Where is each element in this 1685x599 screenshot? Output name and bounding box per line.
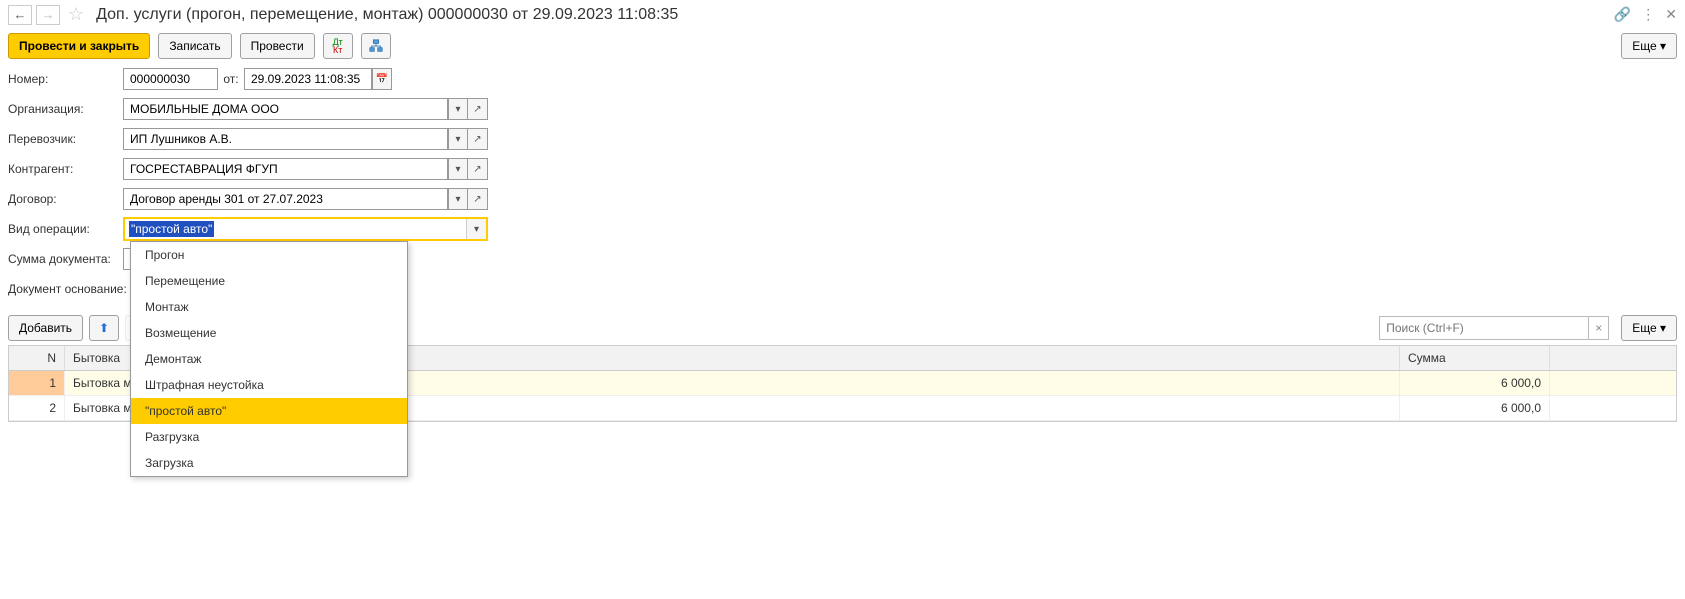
chevron-down-icon: ▾ (455, 134, 460, 145)
table-more-button[interactable]: Еще ▾ (1621, 315, 1677, 341)
chevron-down-icon: ▾ (474, 224, 479, 235)
main-toolbar: Провести и закрыть Записать Провести ДтК… (0, 29, 1685, 63)
column-header-n[interactable]: N (9, 346, 65, 370)
operation-type-value: "простой авто" (129, 221, 214, 237)
toolbar-more-button[interactable]: Еще ▾ (1621, 33, 1677, 59)
carrier-label: Перевозчик: (8, 132, 123, 146)
number-input[interactable] (123, 68, 218, 90)
close-icon: × (1595, 321, 1602, 335)
cell-n: 2 (9, 396, 65, 420)
open-icon: ↗ (473, 134, 481, 145)
write-button[interactable]: Записать (158, 33, 231, 59)
contragent-label: Контрагент: (8, 162, 123, 176)
nav-back-button[interactable]: ← (8, 5, 32, 25)
dropdown-item[interactable]: Монтаж (131, 294, 407, 320)
cell-n: 1 (9, 371, 65, 395)
dropdown-item[interactable]: Штрафная неустойка (131, 372, 407, 398)
carrier-input[interactable] (123, 128, 448, 150)
post-button[interactable]: Провести (240, 33, 315, 59)
table-search-input[interactable] (1379, 316, 1589, 340)
dt-kt-button[interactable]: ДтКт (323, 33, 353, 59)
cell-sum: 6 000,0 (1400, 396, 1550, 420)
contract-dropdown-button[interactable]: ▾ (448, 188, 468, 210)
dropdown-item[interactable]: Возмещение (131, 320, 407, 346)
carrier-dropdown-button[interactable]: ▾ (448, 128, 468, 150)
operation-type-label: Вид операции: (8, 222, 123, 236)
arrow-up-icon: ⬆ (99, 321, 109, 335)
doc-base-label: Документ основание: (8, 282, 133, 296)
nav-forward-button: → (36, 5, 60, 25)
column-header-sum[interactable]: Сумма (1400, 346, 1550, 370)
dropdown-item[interactable]: Прогон (131, 242, 407, 268)
contract-input[interactable] (123, 188, 448, 210)
structure-button[interactable] (361, 33, 391, 59)
dropdown-item[interactable]: Разгрузка (131, 424, 407, 450)
cell-sum: 6 000,0 (1400, 371, 1550, 395)
more-menu-icon[interactable]: ⋮ (1641, 6, 1655, 23)
post-and-close-button[interactable]: Провести и закрыть (8, 33, 150, 59)
organization-label: Организация: (8, 102, 123, 116)
window-title: Доп. услуги (прогон, перемещение, монтаж… (96, 6, 678, 24)
link-icon[interactable]: 🔗 (1614, 6, 1631, 23)
dropdown-item[interactable]: "простой авто" (131, 398, 407, 424)
from-label: от: (218, 72, 244, 86)
calendar-button[interactable]: 📅 (372, 68, 392, 90)
operation-type-dropdown: ПрогонПеремещениеМонтажВозмещениеДемонта… (130, 241, 408, 477)
number-label: Номер: (8, 72, 123, 86)
close-window-icon[interactable]: ✕ (1665, 6, 1677, 23)
chevron-down-icon: ▾ (455, 194, 460, 205)
calendar-icon: 📅 (376, 74, 388, 85)
date-input[interactable] (244, 68, 372, 90)
organization-open-button[interactable]: ↗ (468, 98, 488, 120)
doc-sum-label: Сумма документа: (8, 252, 123, 266)
search-clear-button[interactable]: × (1589, 316, 1609, 340)
open-icon: ↗ (473, 164, 481, 175)
carrier-open-button[interactable]: ↗ (468, 128, 488, 150)
titlebar: ← → ☆ Доп. услуги (прогон, перемещение, … (0, 0, 1685, 29)
contragent-open-button[interactable]: ↗ (468, 158, 488, 180)
dropdown-item[interactable]: Загрузка (131, 450, 407, 476)
operation-type-input[interactable]: "простой авто" ▾ (123, 217, 488, 241)
structure-icon (369, 39, 383, 53)
chevron-down-icon: ▾ (1660, 321, 1666, 335)
add-row-button[interactable]: Добавить (8, 315, 83, 341)
organization-input[interactable] (123, 98, 448, 120)
contract-open-button[interactable]: ↗ (468, 188, 488, 210)
contragent-dropdown-button[interactable]: ▾ (448, 158, 468, 180)
open-icon: ↗ (473, 104, 481, 115)
move-up-button[interactable]: ⬆ (89, 315, 119, 341)
dropdown-item[interactable]: Демонтаж (131, 346, 407, 372)
contract-label: Договор: (8, 192, 123, 206)
open-icon: ↗ (473, 194, 481, 205)
chevron-down-icon: ▾ (455, 164, 460, 175)
chevron-down-icon: ▾ (455, 104, 460, 115)
favorite-star-icon[interactable]: ☆ (68, 4, 84, 25)
organization-dropdown-button[interactable]: ▾ (448, 98, 468, 120)
operation-type-dropdown-button[interactable]: ▾ (466, 219, 486, 239)
contragent-input[interactable] (123, 158, 448, 180)
dropdown-item[interactable]: Перемещение (131, 268, 407, 294)
chevron-down-icon: ▾ (1660, 39, 1666, 53)
